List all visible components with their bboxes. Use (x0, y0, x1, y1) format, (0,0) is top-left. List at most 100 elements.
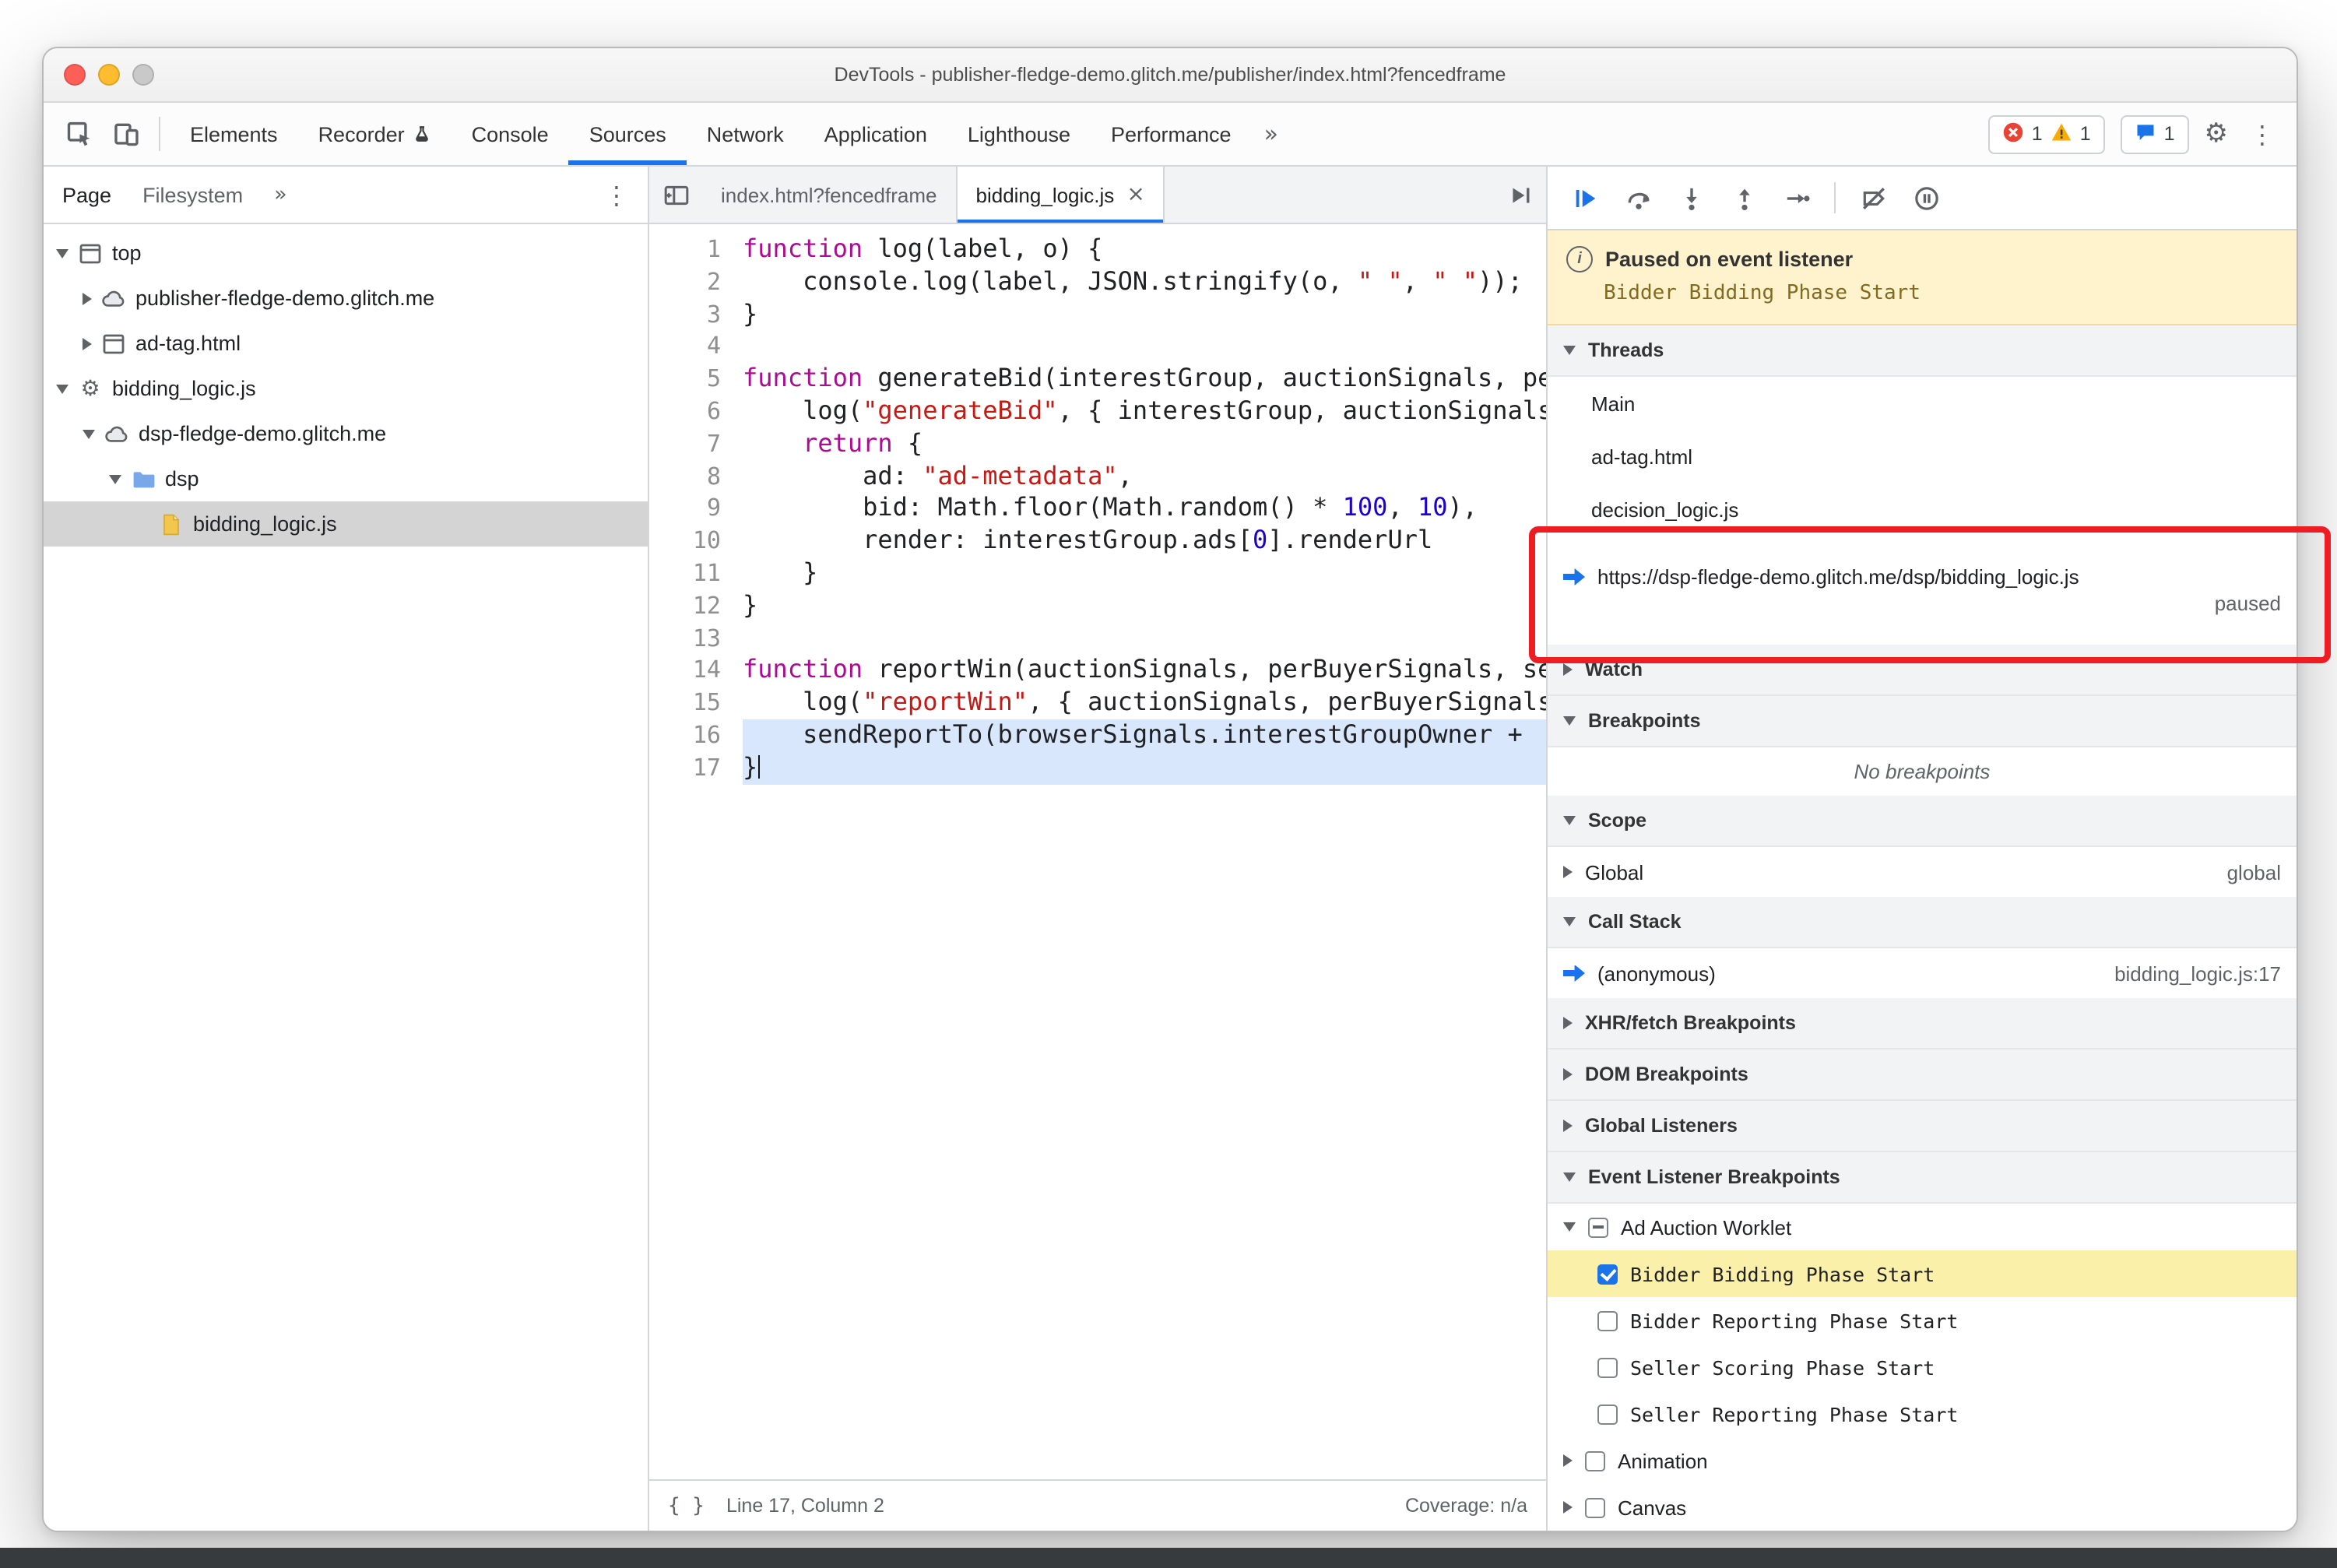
line-number[interactable]: 13 (649, 622, 743, 655)
code-line-text[interactable]: function generateBid(interestGroup, auct… (743, 363, 1546, 396)
code-line-text[interactable]: render: interestGroup.ads[0].renderUrl (743, 525, 1546, 557)
code-line-text[interactable]: ad: "ad-metadata", (743, 460, 1546, 493)
xhr-fetch-breakpoints-section-header[interactable]: XHR/fetch Breakpoints (1548, 998, 2297, 1049)
code-line-text[interactable]: } (743, 298, 1546, 331)
line-number[interactable]: 4 (649, 331, 743, 364)
minimize-window-button[interactable] (98, 64, 120, 86)
code-line-text[interactable] (743, 331, 1546, 364)
thread-item-active[interactable]: https://dsp-fledge-demo.glitch.me/dsp/bi… (1548, 536, 2297, 645)
global-listeners-section-header[interactable]: Global Listeners (1548, 1101, 2297, 1152)
line-number[interactable]: 5 (649, 363, 743, 396)
code-line-text[interactable]: } (743, 557, 1546, 590)
thread-item-decision-logic-js[interactable]: decision_logic.js (1548, 483, 2297, 536)
disclosure-triangle-icon[interactable] (83, 337, 92, 350)
code-line[interactable]: 5 function generateBid(interestGroup, auc… (649, 363, 1546, 396)
line-number[interactable]: 17 (649, 752, 743, 785)
code-line[interactable]: 2 console.log(label, JSON.stringify(o, "… (649, 266, 1546, 299)
elb-category-ad-auction-worklet[interactable]: Ad Auction Worklet (1548, 1204, 2297, 1250)
checkbox[interactable] (1588, 1217, 1608, 1237)
code-editor[interactable]: 1 function log(label, o) {2 console.log(l… (649, 224, 1546, 1479)
tab-network[interactable]: Network (687, 103, 804, 165)
checkbox[interactable] (1597, 1404, 1618, 1424)
disclosure-triangle-icon[interactable] (83, 429, 95, 438)
code-line-text[interactable]: log("reportWin", { auctionSignals, perBu… (743, 687, 1546, 719)
line-number[interactable]: 15 (649, 687, 743, 719)
line-number[interactable]: 12 (649, 590, 743, 623)
elb-item-bidder-reporting-phase-start[interactable]: Bidder Reporting Phase Start (1548, 1297, 2297, 1344)
step-out-button[interactable] (1722, 176, 1766, 220)
line-number[interactable]: 14 (649, 655, 743, 687)
issues-status[interactable]: 1 (2120, 114, 2189, 153)
code-line[interactable]: 3} (649, 298, 1546, 331)
code-line-text[interactable]: sendReportTo(browserSignals.interestGrou… (743, 719, 1546, 752)
code-line[interactable]: 6 log("generateBid", { interestGroup, au… (649, 396, 1546, 428)
kebab-menu-icon[interactable]: ⋮ (2244, 119, 2281, 149)
code-line-text[interactable]: log("generateBid", { interestGroup, auct… (743, 396, 1546, 428)
elb-category-canvas[interactable]: Canvas (1548, 1484, 2297, 1531)
inspect-element-icon[interactable] (56, 111, 103, 157)
elb-item-seller-scoring-phase-start[interactable]: Seller Scoring Phase Start (1548, 1344, 2297, 1390)
disclosure-triangle-icon[interactable] (1563, 866, 1573, 878)
tab-console[interactable]: Console (452, 103, 569, 165)
code-line[interactable]: 8 ad: "ad-metadata", (649, 460, 1546, 493)
watch-section-header[interactable]: Watch (1548, 645, 2297, 696)
step-button[interactable] (1775, 176, 1819, 220)
tree-item-dsp-fledge-demo-glitch-me[interactable]: dsp-fledge-demo.glitch.me (44, 411, 648, 456)
breakpoints-section-header[interactable]: Breakpoints (1548, 696, 2297, 747)
code-line[interactable]: 15 log("reportWin", { auctionSignals, pe… (649, 687, 1546, 719)
code-line-text[interactable]: return { (743, 428, 1546, 461)
pause-on-exceptions-button[interactable] (1904, 176, 1948, 220)
disclosure-triangle-icon[interactable] (83, 292, 92, 304)
tree-item-bidding-logic-js[interactable]: ⚙ bidding_logic.js (44, 366, 648, 411)
line-number[interactable]: 10 (649, 525, 743, 557)
threads-section-header[interactable]: Threads (1548, 325, 2297, 377)
tree-item-bidding-logic-js[interactable]: bidding_logic.js (44, 501, 648, 547)
close-tab-icon[interactable]: × (1126, 182, 1144, 207)
code-line[interactable]: 14 function reportWin(auctionSignals, per… (649, 655, 1546, 687)
code-line-text[interactable]: console.log(label, JSON.stringify(o, " "… (743, 266, 1546, 299)
device-toolbar-icon[interactable] (103, 111, 149, 157)
line-number[interactable]: 9 (649, 493, 743, 526)
code-line-text[interactable]: function log(label, o) { (743, 234, 1546, 266)
checkbox[interactable] (1585, 1450, 1605, 1471)
dom-breakpoints-section-header[interactable]: DOM Breakpoints (1548, 1049, 2297, 1101)
checkbox[interactable] (1597, 1310, 1618, 1331)
elb-category-animation[interactable]: Animation (1548, 1437, 2297, 1484)
editor-tab-bidding-logic-js[interactable]: bidding_logic.js × (957, 167, 1165, 223)
tab-lighthouse[interactable]: Lighthouse (947, 103, 1091, 165)
code-line[interactable]: 1 function log(label, o) { (649, 234, 1546, 266)
code-line-text[interactable]: bid: Math.floor(Math.random() * 100, 10)… (743, 493, 1546, 526)
checkbox[interactable] (1597, 1264, 1618, 1284)
line-number[interactable]: 6 (649, 396, 743, 428)
tree-item-ad-tag-html[interactable]: ad-tag.html (44, 321, 648, 366)
tab-performance[interactable]: Performance (1091, 103, 1252, 165)
code-line-text[interactable]: } (743, 751, 1546, 785)
disclosure-triangle-icon[interactable] (1563, 1501, 1573, 1514)
console-error-warning-status[interactable]: 1 1 (1987, 114, 2105, 153)
scope-row-global[interactable]: Global global (1548, 847, 2297, 897)
tab-sources[interactable]: Sources (569, 103, 687, 165)
disclosure-triangle-icon[interactable] (1563, 1454, 1573, 1467)
code-line[interactable]: 4 (649, 331, 1546, 364)
tree-item-dsp[interactable]: dsp (44, 456, 648, 501)
tree-item-top[interactable]: top (44, 230, 648, 276)
thread-item-main[interactable]: Main (1548, 377, 2297, 430)
line-number[interactable]: 1 (649, 234, 743, 266)
code-line[interactable]: 9 bid: Math.floor(Math.random() * 100, 1… (649, 493, 1546, 526)
line-number[interactable]: 11 (649, 557, 743, 590)
elb-item-bidder-bidding-phase-start[interactable]: Bidder Bidding Phase Start (1548, 1250, 2297, 1297)
pretty-print-icon[interactable]: { } (668, 1494, 705, 1517)
event-listener-breakpoints-section-header[interactable]: Event Listener Breakpoints (1548, 1152, 2297, 1204)
deactivate-breakpoints-button[interactable] (1851, 176, 1895, 220)
settings-gear-icon[interactable]: ⚙ (2205, 118, 2229, 149)
disclosure-triangle-icon[interactable] (109, 474, 121, 483)
tree-item-publisher-fledge-demo-glitch-me[interactable]: publisher-fledge-demo.glitch.me (44, 276, 648, 321)
elb-item-seller-reporting-phase-start[interactable]: Seller Reporting Phase Start (1548, 1390, 2297, 1437)
code-line[interactable]: 13 (649, 622, 1546, 655)
code-line[interactable]: 12} (649, 590, 1546, 623)
step-over-button[interactable] (1616, 176, 1660, 220)
disclosure-triangle-icon[interactable] (1563, 1222, 1576, 1232)
call-stack-section-header[interactable]: Call Stack (1548, 897, 2297, 948)
code-line[interactable]: 10 render: interestGroup.ads[0].renderUr… (649, 525, 1546, 557)
editor-tab-index-html-fencedframe[interactable]: index.html?fencedframe (702, 167, 958, 223)
